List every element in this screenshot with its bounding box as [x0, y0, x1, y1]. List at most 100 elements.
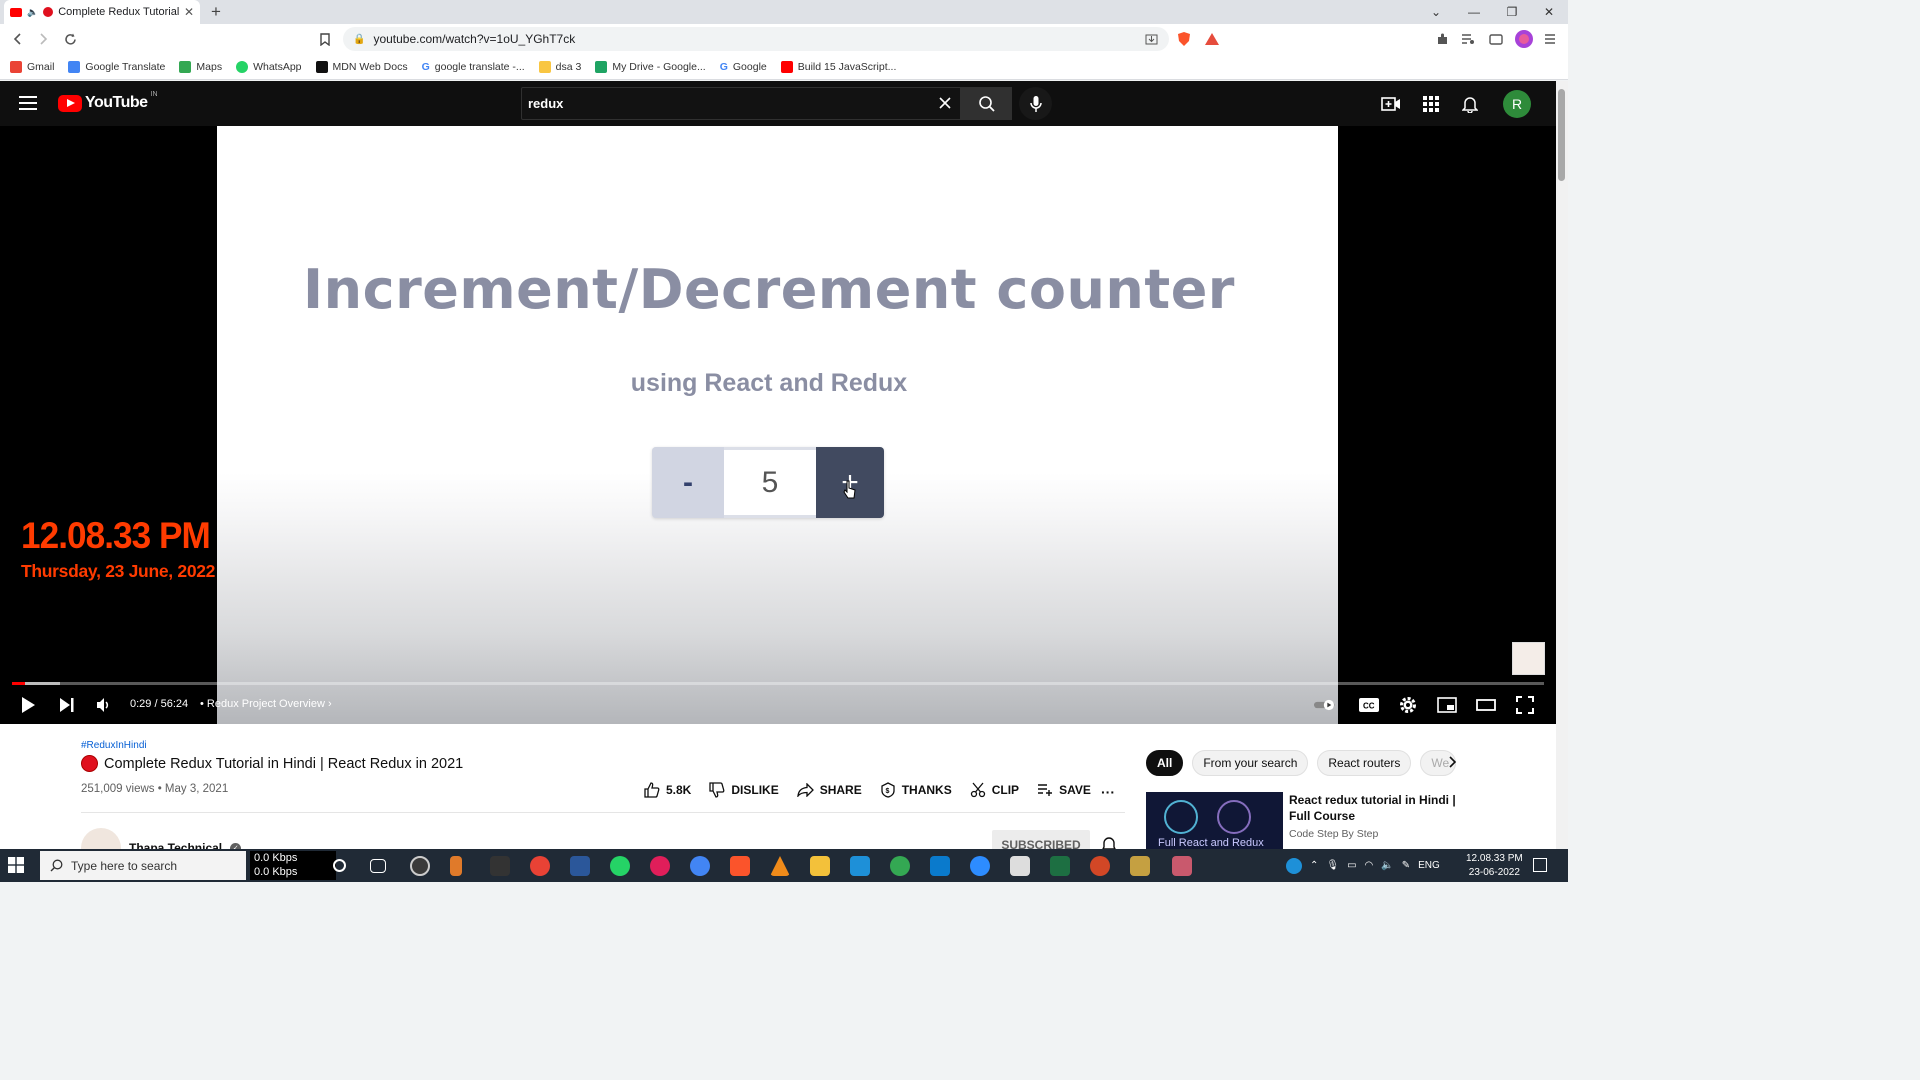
chapter-title[interactable]: • Redux Project Overview ›	[200, 698, 332, 710]
like-button[interactable]: 5.8K	[644, 782, 691, 798]
bookmark-google-translate[interactable]: Google Translate	[68, 60, 165, 73]
file-explorer-icon[interactable]	[810, 856, 830, 876]
recommended-channel[interactable]: Code Step By Step	[1289, 828, 1378, 840]
recommended-video[interactable]: Full React and Redux React redux tutoria…	[1146, 792, 1546, 849]
channel-avatar[interactable]	[81, 828, 121, 849]
task-view-icon[interactable]	[370, 859, 386, 873]
dislike-button[interactable]: DISLIKE	[709, 782, 779, 798]
word-icon[interactable]	[570, 856, 590, 876]
channel-bell-icon[interactable]	[1102, 836, 1116, 849]
play-button[interactable]	[17, 694, 39, 716]
progress-bar[interactable]	[12, 682, 1544, 685]
new-tab-button[interactable]: +	[207, 3, 225, 21]
subscribed-button[interactable]: SUBSCRIBED	[992, 830, 1090, 849]
video-hashtag[interactable]: #ReduxInHindi	[81, 740, 147, 751]
vscode-icon[interactable]	[930, 856, 950, 876]
brave-shields-icon[interactable]	[1174, 29, 1194, 49]
notifications-bell-icon[interactable]	[1459, 93, 1481, 115]
chrome-icon[interactable]	[530, 856, 550, 876]
forward-button[interactable]	[33, 29, 53, 49]
minimize-button[interactable]: —	[1456, 0, 1492, 24]
voice-search-button[interactable]	[1019, 87, 1052, 120]
search-button[interactable]	[961, 87, 1012, 120]
notification-center-icon[interactable]	[1533, 858, 1547, 872]
search-input[interactable]: redux	[521, 87, 961, 120]
page-scrollbar[interactable]	[1556, 81, 1568, 849]
extensions-icon[interactable]	[1432, 29, 1452, 49]
close-window-button[interactable]: ✕	[1531, 0, 1567, 24]
pen-icon[interactable]: ✎	[1402, 860, 1410, 871]
wifi-icon[interactable]: ◠	[1365, 860, 1374, 871]
channel-info[interactable]: Thapa Technical ✓	[81, 828, 242, 849]
excel-icon[interactable]	[1050, 856, 1070, 876]
fullscreen-button[interactable]	[1514, 694, 1536, 716]
brave-rewards-icon[interactable]	[1202, 29, 1222, 49]
bookmark-build-15-js[interactable]: Build 15 JavaScript...	[780, 60, 896, 73]
youtube-logo[interactable]: YouTube IN	[58, 91, 158, 112]
bookmark-icon[interactable]	[315, 29, 335, 49]
address-bar[interactable]: 🔒 youtube.com/watch?v=1oU_YGhT7ck	[343, 27, 1169, 51]
recommended-thumbnail[interactable]: Full React and Redux	[1146, 792, 1283, 849]
app-pin-icon[interactable]	[450, 856, 462, 876]
bookmark-my-drive[interactable]: My Drive - Google...	[595, 60, 706, 73]
chrome-profile-icon[interactable]	[690, 856, 710, 876]
autoplay-toggle[interactable]	[1314, 694, 1336, 716]
menu-icon[interactable]	[19, 96, 37, 110]
photos-icon[interactable]	[850, 856, 870, 876]
zoom-icon[interactable]	[970, 856, 990, 876]
more-actions-icon[interactable]: ···	[1101, 784, 1115, 800]
install-app-icon[interactable]	[1141, 29, 1161, 49]
captions-button[interactable]: CC	[1358, 694, 1380, 716]
mute-button[interactable]	[93, 694, 115, 716]
apps-grid-icon[interactable]	[1420, 93, 1442, 115]
taskbar-search-input[interactable]: Type here to search	[40, 851, 246, 880]
video-frame[interactable]: Increment/Decrement counter using React …	[217, 126, 1338, 724]
brave-active-icon[interactable]	[1172, 856, 1192, 876]
clock-app-icon[interactable]	[490, 856, 510, 876]
reload-button[interactable]	[60, 29, 80, 49]
scrollbar-thumb[interactable]	[1558, 89, 1565, 181]
profile-avatar[interactable]	[1514, 29, 1534, 49]
chrome-alt-icon[interactable]	[890, 856, 910, 876]
back-button[interactable]	[8, 29, 28, 49]
chips-next-icon[interactable]	[1447, 756, 1457, 768]
audio-playing-icon[interactable]: 🔈	[27, 7, 38, 18]
close-tab-icon[interactable]: ✕	[184, 5, 194, 19]
chip-from-your-search[interactable]: From your search	[1192, 750, 1309, 776]
paint-icon[interactable]	[1010, 856, 1030, 876]
bookmark-maps[interactable]: Maps	[179, 60, 222, 73]
bookmark-whatsapp[interactable]: WhatsApp	[236, 60, 302, 73]
chip-react-routers[interactable]: React routers	[1317, 750, 1412, 776]
theater-mode-button[interactable]	[1475, 694, 1497, 716]
channel-name[interactable]: Thapa Technical	[129, 841, 222, 849]
mic-tray-icon[interactable]: 🎙	[1326, 860, 1339, 871]
bookmark-google-translate-search[interactable]: Ggoogle translate -...	[422, 61, 525, 73]
whatsapp-icon[interactable]	[610, 856, 630, 876]
create-video-icon[interactable]	[1380, 93, 1402, 115]
powerpoint-icon[interactable]	[1090, 856, 1110, 876]
media-controls-icon[interactable]	[1458, 29, 1478, 49]
slack-icon[interactable]	[650, 856, 670, 876]
speaker-icon[interactable]: 🔈	[1381, 860, 1393, 871]
bookmark-mdn[interactable]: MDN Web Docs	[315, 60, 408, 73]
clear-search-icon[interactable]	[938, 96, 952, 110]
channel-watermark[interactable]	[1512, 642, 1545, 675]
bookmark-gmail[interactable]: Gmail	[10, 60, 54, 73]
bookmark-google[interactable]: G Google	[720, 61, 767, 73]
brave-icon[interactable]	[730, 856, 750, 876]
clip-button[interactable]: CLIP	[970, 782, 1019, 798]
chip-all[interactable]: All	[1146, 750, 1184, 776]
bookmark-dsa-folder[interactable]: dsa 3	[538, 60, 581, 73]
obs-icon[interactable]	[410, 856, 430, 876]
media-app-icon[interactable]	[1130, 856, 1150, 876]
save-button[interactable]: SAVE	[1037, 782, 1091, 798]
tray-expand-icon[interactable]: ⌃	[1310, 860, 1318, 871]
next-button[interactable]	[56, 694, 78, 716]
video-player[interactable]: YouTube IN redux R Increment/Decrement c…	[0, 81, 1556, 724]
language-indicator[interactable]: ENG	[1418, 860, 1440, 871]
tab-search-icon[interactable]: ⌄	[1418, 0, 1454, 24]
restore-button[interactable]: ❐	[1494, 0, 1530, 24]
wallet-icon[interactable]	[1486, 29, 1506, 49]
thanks-button[interactable]: $ THANKS	[880, 782, 952, 798]
account-avatar[interactable]: R	[1503, 90, 1531, 118]
